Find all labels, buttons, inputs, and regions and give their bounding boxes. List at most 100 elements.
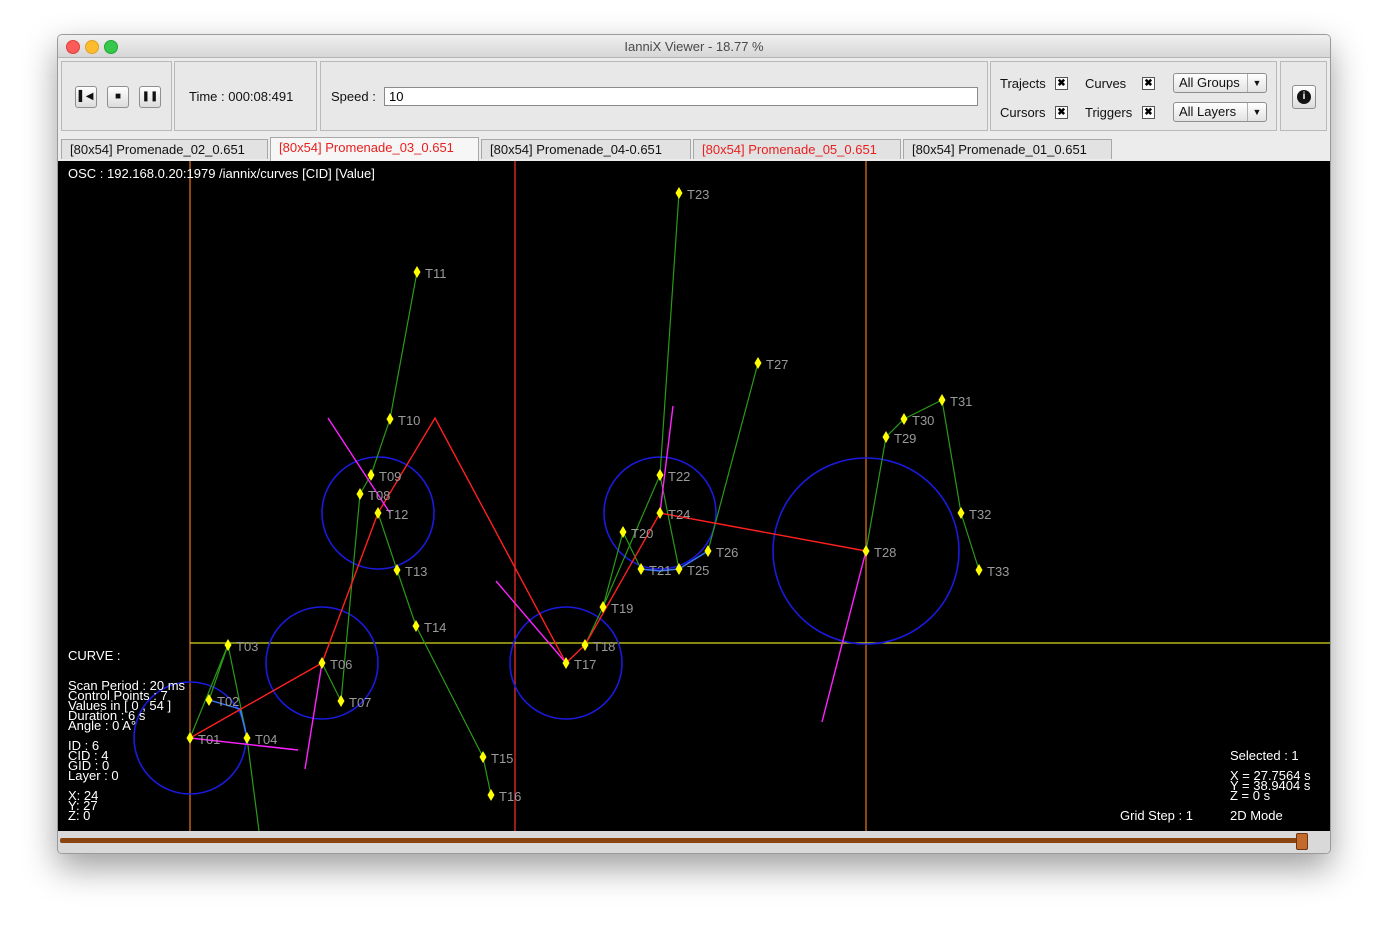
trigger-label: T18 xyxy=(593,639,615,654)
trigger-label: T12 xyxy=(386,507,408,522)
trigger-marker xyxy=(413,266,421,278)
selected-count: Selected : 1 xyxy=(1230,748,1299,763)
groups-select[interactable]: All Groups ▼ xyxy=(1173,73,1267,93)
tab-label: [80x54] Promenade_02_0.651 xyxy=(70,142,245,157)
trigger-marker xyxy=(957,507,965,519)
trigger-label: T14 xyxy=(424,620,446,635)
trigger-label: T03 xyxy=(236,639,258,654)
trigger-marker xyxy=(675,187,683,199)
pause-button[interactable]: ❚❚ xyxy=(139,86,161,108)
green-curve xyxy=(377,512,492,796)
cursors-checkbox[interactable]: ✖ xyxy=(1055,106,1068,119)
trigger-label: T19 xyxy=(611,601,633,616)
title-bar: IanniX Viewer - 18.77 % xyxy=(58,35,1330,58)
trigger-marker xyxy=(186,732,194,744)
trigger-label: T26 xyxy=(716,545,738,560)
trigger-marker xyxy=(862,545,870,557)
trigger-marker xyxy=(243,732,251,744)
grid-step: Grid Step : 1 xyxy=(1120,808,1193,823)
trigger-marker xyxy=(224,639,232,651)
info-button[interactable]: i xyxy=(1292,85,1316,109)
tab-promenade-05[interactable]: [80x54] Promenade_05_0.651 xyxy=(693,139,901,159)
timeline-track[interactable] xyxy=(60,838,1300,843)
tab-promenade-02[interactable]: [80x54] Promenade_02_0.651 xyxy=(61,139,268,159)
info-panel: i xyxy=(1280,61,1327,131)
trigger-label: T29 xyxy=(894,431,916,446)
trigger-label: T28 xyxy=(874,545,896,560)
trigger-label: T06 xyxy=(330,657,352,672)
stop-icon: ■ xyxy=(114,91,122,102)
trigger-marker xyxy=(938,394,946,406)
score-drawing[interactable]: T01 T02 T03 T04 T06 T07 T08 T09 T10 T11 T12 T13 T14 T… xyxy=(58,161,1330,831)
tab-promenade-03[interactable]: [80x54] Promenade_03_0.651 xyxy=(270,137,479,161)
time-panel: Time : 000:08:491 xyxy=(174,61,317,131)
stop-button[interactable]: ■ xyxy=(107,86,129,108)
chevron-down-icon: ▼ xyxy=(1247,74,1266,92)
view-mode: 2D Mode xyxy=(1230,808,1283,823)
score-canvas[interactable]: T01 T02 T03 T04 T06 T07 T08 T09 T10 T11 T12 T13 T14 T… xyxy=(58,161,1330,831)
time-display: Time : 000:08:491 xyxy=(189,89,294,104)
trigger-label: T25 xyxy=(687,563,709,578)
timeline-bar xyxy=(58,831,1330,853)
trigger-label: T16 xyxy=(499,789,521,804)
rewind-button[interactable]: ▌◀ xyxy=(75,86,97,108)
speed-input[interactable] xyxy=(384,87,978,106)
tab-label: [80x54] Promenade_04-0.651 xyxy=(490,142,663,157)
trajects-label: Trajects xyxy=(1000,76,1046,91)
speed-label: Speed : xyxy=(331,89,376,104)
trigger-label: T13 xyxy=(405,564,427,579)
tab-promenade-04[interactable]: [80x54] Promenade_04-0.651 xyxy=(481,139,691,159)
trigger-label: T22 xyxy=(668,469,690,484)
trigger-label: T08 xyxy=(368,488,390,503)
trigger-label: T33 xyxy=(987,564,1009,579)
magenta-line xyxy=(304,662,323,770)
curve-layer: Layer : 0 xyxy=(68,768,119,783)
speed-panel: Speed : xyxy=(320,61,988,131)
iannix-viewer-window: IanniX Viewer - 18.77 % ▌◀ ■ ❚❚ Time : 0… xyxy=(57,34,1331,854)
display-options-panel: Trajects ✖ Curves ✖ Cursors ✖ Triggers ✖… xyxy=(990,61,1277,131)
pause-icon: ❚❚ xyxy=(141,91,159,102)
trigger-label: T20 xyxy=(631,526,653,541)
green-curve xyxy=(321,271,418,704)
layers-select-value: All Layers xyxy=(1179,104,1237,119)
rewind-icon: ▌◀ xyxy=(78,91,94,102)
tab-promenade-01[interactable]: [80x54] Promenade_01_0.651 xyxy=(903,139,1112,159)
curve-heading: CURVE : xyxy=(68,648,121,663)
layers-select[interactable]: All Layers ▼ xyxy=(1173,102,1267,122)
triggers-label: Triggers xyxy=(1085,105,1133,120)
magenta-line xyxy=(659,405,674,514)
score-tab-bar: [80x54] Promenade_02_0.651 [80x54] Prome… xyxy=(58,137,1330,161)
angle: Angle : 0 A° xyxy=(68,718,137,733)
trigger-marker xyxy=(487,789,495,801)
osc-status: OSC : 192.168.0.20:1979 /iannix/curves [… xyxy=(68,166,375,181)
trigger-label: T21 xyxy=(649,563,671,578)
chevron-down-icon: ▼ xyxy=(1247,103,1266,121)
trigger-marker xyxy=(975,564,983,576)
triggers-checkbox[interactable]: ✖ xyxy=(1142,106,1155,119)
timeline-thumb[interactable] xyxy=(1296,833,1308,850)
trigger-label: T23 xyxy=(687,187,709,202)
mouse-z: Z = 0 s xyxy=(1230,788,1271,803)
tab-label: [80x54] Promenade_03_0.651 xyxy=(279,140,454,155)
trigger-label: T24 xyxy=(668,507,690,522)
trigger-label: T09 xyxy=(379,469,401,484)
info-icon: i xyxy=(1297,90,1311,104)
trigger-marker xyxy=(900,413,908,425)
curve-z: Z: 0 xyxy=(68,808,91,823)
magenta-line xyxy=(495,580,567,664)
window-title: IanniX Viewer - 18.77 % xyxy=(624,39,764,54)
trigger-label: T32 xyxy=(969,507,991,522)
trigger-label: T07 xyxy=(349,695,371,710)
green-curve xyxy=(246,737,260,831)
trigger-label: T02 xyxy=(217,694,239,709)
trajects-checkbox[interactable]: ✖ xyxy=(1055,77,1068,90)
trigger-label: T01 xyxy=(198,732,220,747)
trigger-label: T17 xyxy=(574,657,596,672)
trigger-marker xyxy=(882,431,890,443)
trigger-marker xyxy=(205,694,213,706)
trigger-label: T04 xyxy=(255,732,277,747)
trigger-label: T27 xyxy=(766,357,788,372)
curves-label: Curves xyxy=(1085,76,1127,91)
trigger-label: T30 xyxy=(912,413,934,428)
curves-checkbox[interactable]: ✖ xyxy=(1142,77,1155,90)
